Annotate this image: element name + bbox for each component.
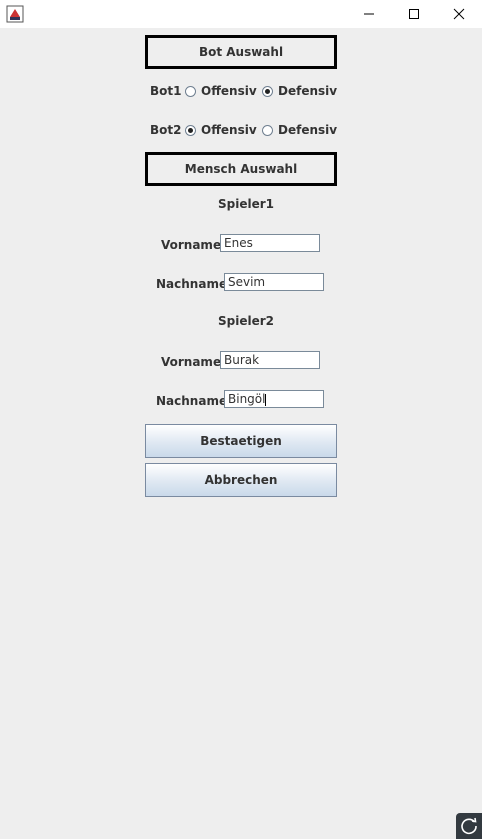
- radio-label: Defensiv: [278, 123, 338, 137]
- player1-nachname-field[interactable]: Sevim: [224, 273, 324, 291]
- bot2-offensiv-radio[interactable]: Offensiv: [185, 123, 257, 137]
- bot2-defensiv-radio[interactable]: Defensiv: [262, 123, 337, 137]
- text-caret: [265, 393, 267, 406]
- close-button[interactable]: [436, 0, 482, 28]
- refresh-button[interactable]: [456, 813, 482, 839]
- maximize-button[interactable]: [391, 0, 437, 28]
- refresh-icon: [461, 817, 477, 835]
- radio-label: Offensiv: [201, 84, 257, 98]
- player2-nachname-label: Nachname:: [156, 394, 232, 408]
- human-section-title: Mensch Auswahl: [145, 152, 337, 186]
- window-titlebar: [0, 0, 482, 28]
- bot-section-title: Bot Auswahl: [145, 35, 337, 69]
- bot1-offensiv-radio[interactable]: Offensiv: [185, 84, 257, 98]
- radio-button-checked-icon: [185, 124, 196, 136]
- cancel-button[interactable]: Abbrechen: [145, 463, 337, 497]
- player2-nachname-field[interactable]: Bingöl: [224, 390, 324, 408]
- player2-heading: Spieler2: [218, 314, 275, 328]
- player1-vorname-field[interactable]: Enes: [220, 234, 320, 252]
- field-value: Sevim: [228, 275, 266, 289]
- bot2-label: Bot2: [150, 123, 182, 137]
- bot1-defensiv-radio[interactable]: Defensiv: [262, 84, 337, 98]
- player2-vorname-label: Vorname:: [161, 355, 226, 369]
- minimize-button[interactable]: [346, 0, 392, 28]
- close-icon: [453, 8, 465, 20]
- radio-button-icon: [262, 124, 273, 136]
- radio-button-icon: [185, 85, 196, 97]
- field-value: Bingöl: [228, 392, 266, 406]
- confirm-button[interactable]: Bestaetigen: [145, 424, 337, 458]
- player1-nachname-label: Nachname:: [156, 277, 232, 291]
- radio-label: Offensiv: [201, 123, 257, 137]
- player2-vorname-field[interactable]: Burak: [220, 351, 320, 369]
- radio-button-checked-icon: [262, 85, 273, 97]
- minimize-icon: [364, 13, 374, 15]
- player1-heading: Spieler1: [218, 197, 275, 211]
- player1-vorname-label: Vorname:: [161, 238, 226, 252]
- bot1-label: Bot1: [150, 84, 182, 98]
- field-value: Enes: [224, 236, 253, 250]
- maximize-icon: [409, 9, 419, 19]
- field-value: Burak: [224, 353, 260, 367]
- radio-label: Defensiv: [278, 84, 338, 98]
- java-app-icon: [6, 5, 24, 23]
